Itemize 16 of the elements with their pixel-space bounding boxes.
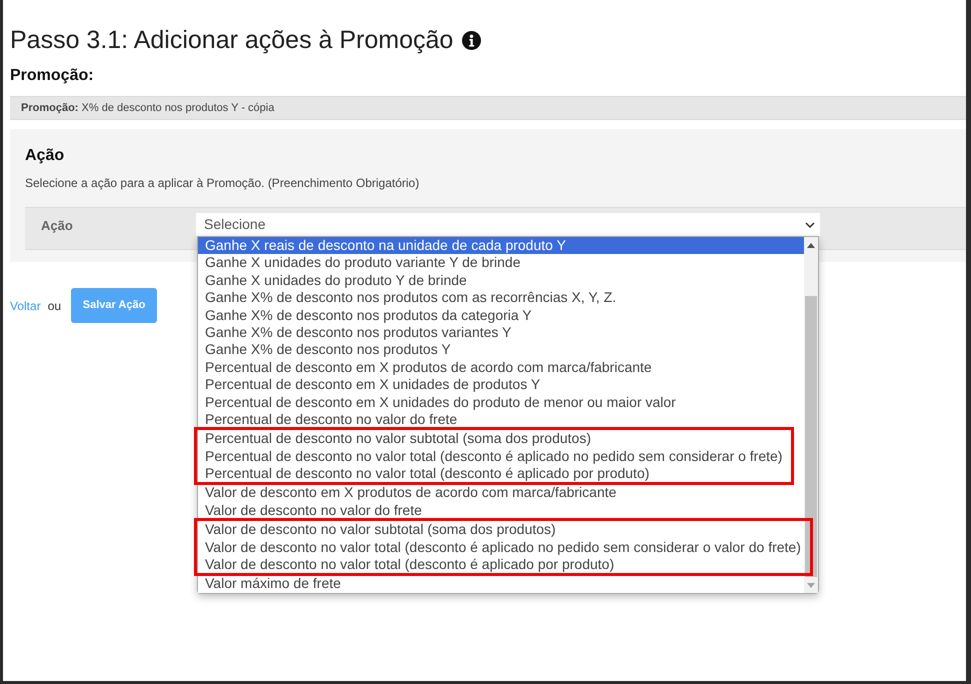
field-label: Ação bbox=[41, 218, 73, 234]
separator-text: ou bbox=[48, 298, 62, 314]
page-title: Passo 3.1: Adicionar ações à Promoção bbox=[10, 26, 454, 54]
panel-heading: Ação bbox=[25, 146, 64, 166]
dropdown-option[interactable]: Percentual de desconto no valor total (desconto é aplicado no pedido sem considerar o frete) bbox=[198, 448, 782, 466]
promotion-name: Promoção: X% de desconto nos produtos Y - cópia bbox=[21, 100, 274, 116]
dropdown-option[interactable]: Valor de desconto no valor total (desconto é aplicado no pedido sem considerar o valor do frete) bbox=[198, 538, 801, 556]
promotion-label: Promoção: bbox=[10, 67, 94, 85]
dropdown-option[interactable]: Ganhe X reais de desconto na unidade de cada produto Y bbox=[198, 237, 804, 254]
scrollbar-thumb[interactable] bbox=[805, 296, 817, 577]
panel-description: Selecione a ação para a aplicar à Promoção. (Preenchimento Obrigatório) bbox=[25, 175, 420, 191]
scroll-up-icon[interactable] bbox=[807, 243, 815, 248]
action-select[interactable]: Selecione bbox=[196, 213, 820, 236]
dropdown-option[interactable]: Valor máximo de frete bbox=[198, 575, 804, 593]
chevron-down-icon bbox=[805, 222, 815, 228]
info-icon[interactable] bbox=[462, 31, 482, 50]
